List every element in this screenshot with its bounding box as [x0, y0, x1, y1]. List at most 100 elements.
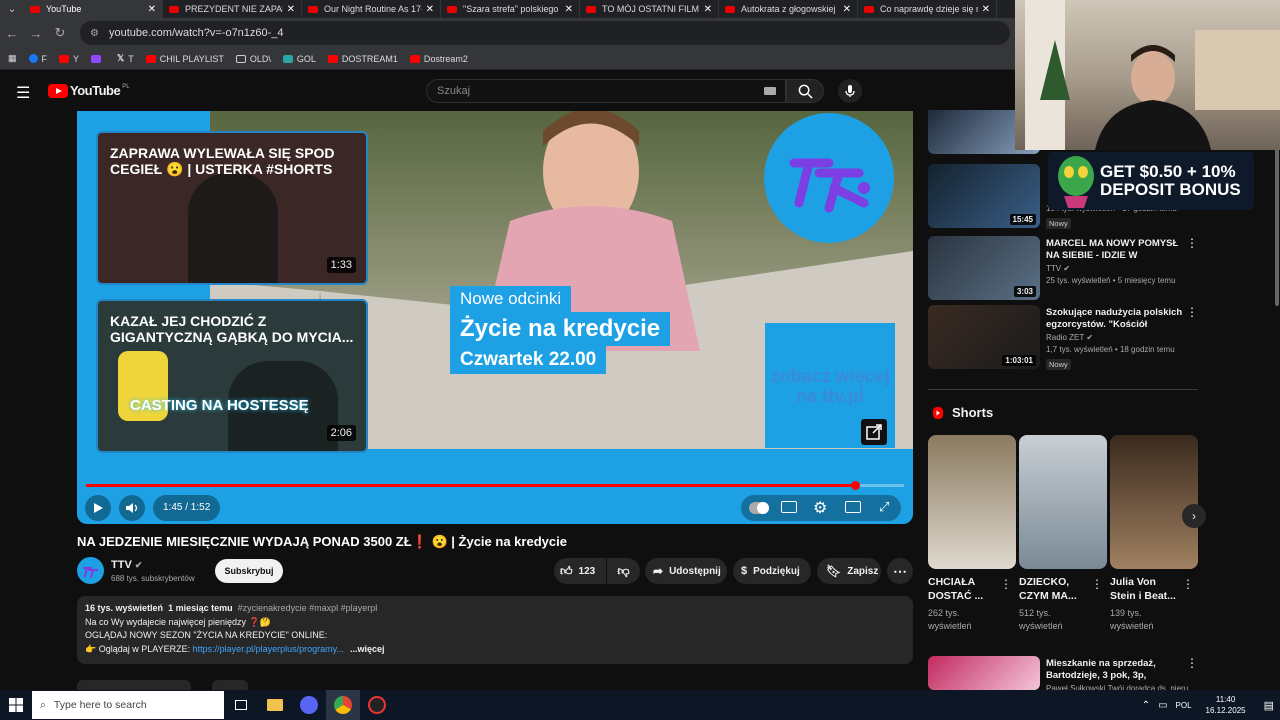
voice-search-button[interactable]	[838, 79, 862, 103]
like-button[interactable]: 👍︎ 123	[554, 558, 606, 584]
bookmark-y[interactable]: Y	[59, 54, 79, 64]
short-thumbnail[interactable]	[1110, 435, 1198, 569]
recommendation-item[interactable]: 1:03:01 Szokujące nadużycia polskich egz…	[928, 305, 1198, 371]
thumbnail-caption: CASTING NA HOSTESSĘ	[130, 397, 309, 414]
endscreen-video-card[interactable]: CASTING NA HOSTESSĘ KAZAŁ JEJ CHODZIĆ Z …	[96, 299, 368, 453]
chrome-icon[interactable]	[326, 690, 360, 720]
search-button[interactable]	[786, 79, 824, 103]
video-thumbnail	[928, 656, 1040, 690]
youtube-play-icon	[48, 83, 68, 98]
show-more-link[interactable]: ...więcej	[350, 644, 385, 654]
bookmark-twitch[interactable]	[91, 54, 105, 63]
discord-icon[interactable]	[292, 690, 326, 720]
tab-close-icon[interactable]: ✕	[426, 4, 434, 15]
facebook-icon	[28, 54, 38, 63]
short-title[interactable]: Julia Von Stein i Beat...	[1110, 575, 1184, 603]
shorts-next-button[interactable]: ›	[1182, 504, 1206, 528]
bookmark-f[interactable]: F	[28, 54, 47, 64]
recommendation-item[interactable]: 3:03 MARCEL MA NOWY POMYSŁ NA SIEBIE - I…	[928, 236, 1198, 302]
tab-close-icon[interactable]: ✕	[148, 4, 156, 15]
player-link[interactable]: https://player.pl/playerplus/programy...	[193, 644, 344, 654]
network-icon[interactable]: ▭	[1158, 700, 1167, 711]
miniplayer-icon[interactable]	[845, 501, 861, 513]
description-box[interactable]: 16 tys. wyświetleń 1 miesiąc temu #zycie…	[77, 596, 913, 664]
channel-name[interactable]: Radio ZET ✔	[1046, 333, 1093, 342]
subtitles-icon[interactable]	[781, 501, 797, 513]
fullscreen-icon[interactable]: ⤢	[879, 499, 889, 515]
search-input[interactable]: Szukaj	[426, 79, 786, 103]
more-vertical-icon[interactable]: ⋮	[1186, 656, 1198, 670]
start-button[interactable]	[0, 690, 32, 720]
subscribe-button[interactable]: Subskrybuj	[215, 559, 283, 583]
notifications-icon[interactable]: ▤	[1264, 699, 1274, 712]
more-vertical-icon[interactable]: ⋮	[1182, 577, 1194, 591]
apps-grid-icon[interactable]: ▦	[8, 53, 17, 64]
deposit-bonus-banner[interactable]: GET $0.50 + 10% DEPOSIT BONUS	[1048, 152, 1254, 210]
menu-icon[interactable]: ☰	[16, 83, 30, 103]
youtube-icon	[409, 54, 420, 63]
settings-gear-icon[interactable]: ⚙	[813, 498, 827, 518]
external-link-icon[interactable]	[861, 419, 887, 445]
progress-bar[interactable]	[86, 481, 904, 490]
more-vertical-icon[interactable]: ⋮	[1186, 236, 1198, 250]
video-player[interactable]: Nowe odcinki Życie na kredycie Czwartek …	[77, 111, 913, 524]
channel-name[interactable]: TTV ✔	[111, 559, 142, 571]
chevron-up-icon[interactable]: ⌃	[1142, 700, 1150, 711]
task-view-icon[interactable]	[224, 690, 258, 720]
tab-close-icon[interactable]: ✕	[565, 4, 573, 15]
channel-avatar[interactable]	[77, 557, 104, 584]
bookmark-t[interactable]: 𝕏T	[117, 53, 134, 64]
more-vertical-icon[interactable]: ⋮	[1091, 577, 1103, 591]
short-title[interactable]: CHCIAŁA DOSTAĆ ...	[928, 575, 1002, 603]
back-arrow-icon[interactable]: ←	[0, 26, 24, 41]
tab-close-icon[interactable]: ✕	[843, 4, 851, 15]
dislike-button[interactable]: 👎︎	[607, 558, 640, 584]
taskbar-search-input[interactable]: ⌕ Type here to search	[32, 691, 224, 719]
url-text: youtube.com/watch?v=-o7n1z60-_4	[108, 27, 284, 39]
bookmark-dostream2[interactable]: Dostream2	[409, 54, 468, 64]
sidebar-scrollbar[interactable]	[1275, 140, 1279, 306]
browser-tab[interactable]: PREZYDENT NIE ZAPALI ŚWIATEŁ✕	[163, 0, 302, 18]
short-thumbnail[interactable]	[928, 435, 1016, 569]
save-button[interactable]: 🔖︎ Zapisz	[817, 558, 881, 584]
app-icon[interactable]	[360, 690, 394, 720]
more-actions-button[interactable]: ⋯	[887, 558, 913, 584]
tab-search-button[interactable]: ⌄	[0, 0, 24, 18]
browser-tab[interactable]: "Szara strefa" polskiego u ✕	[441, 0, 580, 18]
thanks-button[interactable]: $ Podziękuj	[733, 558, 811, 584]
youtube-logo[interactable]: YouTube PL	[48, 83, 130, 98]
more-vertical-icon[interactable]: ⋮	[1186, 305, 1198, 319]
browser-tab[interactable]: Our Night Routine As 17- ✕	[302, 0, 441, 18]
recommendation-item[interactable]: Mieszkanie na sprzedaż, Bartodzieje, 3 p…	[928, 656, 1198, 693]
play-button[interactable]	[85, 495, 111, 521]
endscreen-video-card[interactable]: ZAPRAWA WYLEWAŁA SIĘ SPOD CEGIEŁ 😮 | Ust…	[96, 131, 368, 285]
hashtags[interactable]: #zycienakredycie #maxpl #playerpl	[238, 603, 378, 613]
autoplay-toggle[interactable]	[749, 502, 769, 514]
short-thumbnail[interactable]	[1019, 435, 1107, 569]
share-button[interactable]: ➦ Udostępnij	[645, 558, 727, 584]
browser-tab[interactable]: YouTube ✕	[24, 0, 163, 18]
language-indicator[interactable]: POL	[1176, 701, 1192, 710]
url-input[interactable]: ⚙ youtube.com/watch?v=-o7n1z60-_4	[80, 21, 1010, 45]
bookmark-dostream1[interactable]: DOSTREAM1	[327, 54, 398, 64]
channel-name[interactable]: TTV ✔	[1046, 264, 1070, 273]
file-explorer-icon[interactable]	[258, 690, 292, 720]
more-vertical-icon[interactable]: ⋮	[1000, 577, 1012, 591]
forward-arrow-icon[interactable]: →	[24, 26, 48, 41]
browser-tab[interactable]: Co naprawdę dzieje się na ✕	[858, 0, 997, 18]
browser-tab[interactable]: Autokrata z głogowskiej ✕	[719, 0, 858, 18]
site-settings-icon[interactable]: ⚙	[90, 28, 99, 39]
keyboard-icon[interactable]	[764, 87, 776, 95]
tab-close-icon[interactable]: ✕	[982, 4, 990, 15]
tab-close-icon[interactable]: ✕	[704, 4, 712, 15]
browser-tab[interactable]: TO MÓJ OSTATNI FILM O ✕	[580, 0, 719, 18]
progress-scrubber[interactable]	[850, 481, 860, 490]
bookmark-chil-playlist[interactable]: CHIL PLAYLIST	[145, 54, 224, 64]
reload-icon[interactable]: ↻	[48, 25, 72, 41]
clock[interactable]: 11:40 16.12.2025	[1206, 694, 1246, 716]
tab-close-icon[interactable]: ✕	[287, 4, 295, 15]
short-title[interactable]: DZIECKO, CZYM MA...	[1019, 575, 1093, 603]
bookmark-gol[interactable]: GOL	[282, 54, 316, 64]
bookmark-old[interactable]: OLD\	[235, 54, 271, 64]
volume-button[interactable]	[119, 495, 145, 521]
